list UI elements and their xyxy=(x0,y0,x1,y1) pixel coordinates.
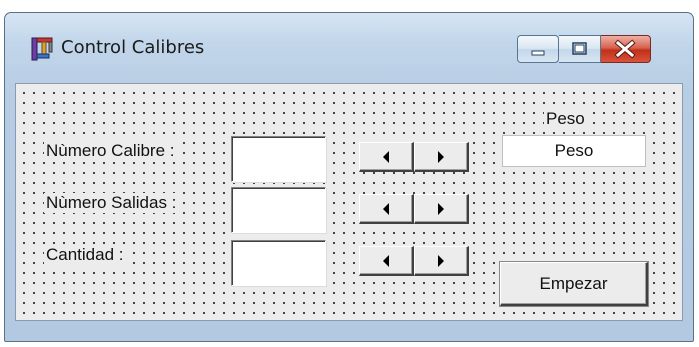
minimize-icon xyxy=(531,50,545,56)
left-arrow-icon xyxy=(383,202,389,215)
numero-calibre-label: Nùmero Calibre : xyxy=(44,141,177,161)
numero-salidas-decrement-button[interactable] xyxy=(359,194,414,224)
numero-calibre-input[interactable] xyxy=(231,136,326,182)
numero-salidas-label: Nùmero Salidas : xyxy=(44,193,179,213)
numero-salidas-input[interactable] xyxy=(231,187,326,233)
minimize-button[interactable] xyxy=(517,35,559,63)
left-arrow-icon xyxy=(383,150,389,163)
cantidad-decrement-button[interactable] xyxy=(359,246,414,276)
close-icon xyxy=(614,39,636,59)
right-arrow-icon xyxy=(438,150,444,163)
cantidad-input[interactable] xyxy=(231,240,326,286)
numero-calibre-decrement-button[interactable] xyxy=(359,142,414,172)
form-client-area: Nùmero Calibre : Nùmero Salidas : Cantid… xyxy=(15,83,683,321)
left-arrow-icon xyxy=(383,254,389,267)
peso-label: Peso xyxy=(544,109,587,129)
cantidad-label: Cantidad : xyxy=(44,245,126,265)
cantidad-increment-button[interactable] xyxy=(414,246,469,276)
empezar-button[interactable]: Empezar xyxy=(500,262,648,306)
window-title: Control Calibres xyxy=(61,37,205,58)
maximize-icon xyxy=(572,42,587,55)
title-bar[interactable]: Control Calibres xyxy=(5,13,693,83)
close-button[interactable] xyxy=(601,35,651,63)
maximize-button[interactable] xyxy=(559,35,601,63)
numero-salidas-increment-button[interactable] xyxy=(414,194,469,224)
numero-calibre-increment-button[interactable] xyxy=(414,142,469,172)
right-arrow-icon xyxy=(438,254,444,267)
peso-display: Peso xyxy=(502,135,646,167)
app-window: Control Calibres Nùmero Calibre : Nùmero… xyxy=(4,12,694,342)
right-arrow-icon xyxy=(438,202,444,215)
calipers-app-icon xyxy=(29,35,57,63)
